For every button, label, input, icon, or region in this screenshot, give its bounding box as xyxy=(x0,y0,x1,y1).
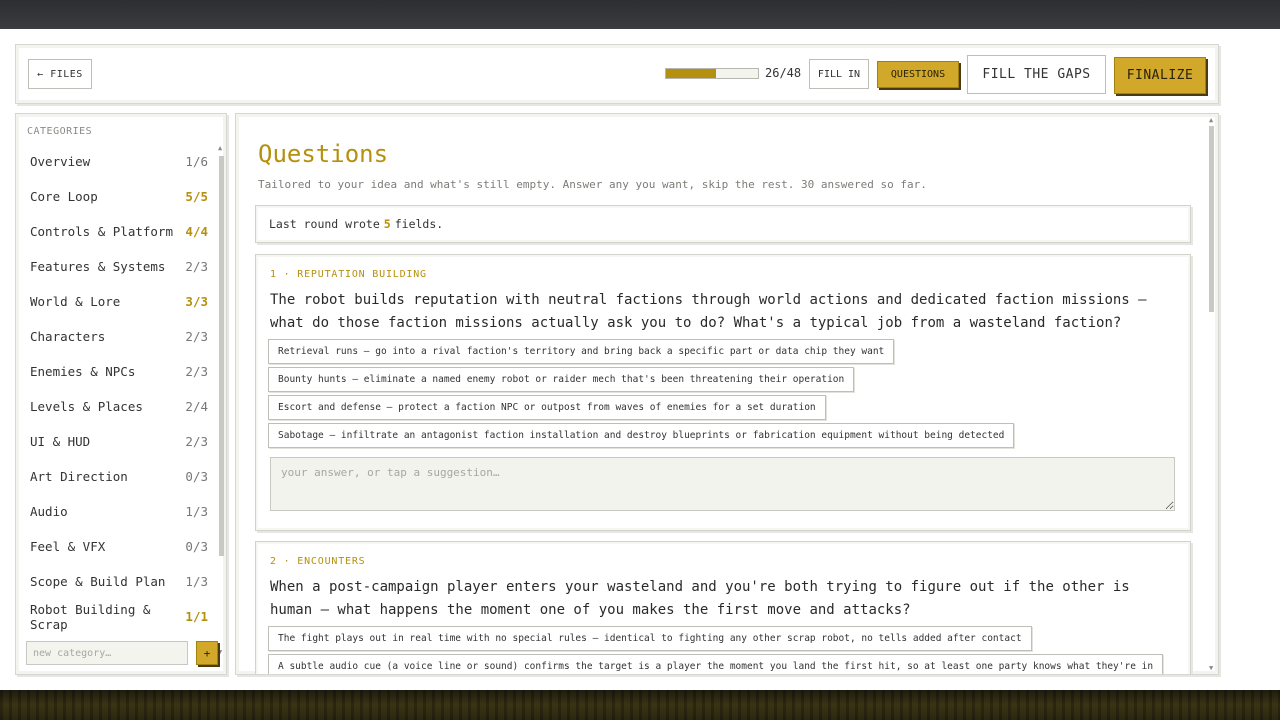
progress-bar xyxy=(665,68,759,79)
category-label: Art Direction xyxy=(30,469,128,484)
sidebar-category-item[interactable]: Feel & VFX 0/3 xyxy=(30,529,208,564)
category-count: 3/3 xyxy=(185,294,208,309)
category-count: 4/4 xyxy=(185,224,208,239)
sidebar-category-item[interactable]: Audio 1/3 xyxy=(30,494,208,529)
category-count: 2/3 xyxy=(185,434,208,449)
category-label: Feel & VFX xyxy=(30,539,106,554)
categories-heading: CATEGORIES xyxy=(27,126,93,137)
suggestion-chip[interactable]: Retrieval runs — go into a rival faction… xyxy=(268,339,895,364)
category-label: Audio xyxy=(30,504,68,519)
scroll-up-icon[interactable]: ▲ xyxy=(1209,116,1213,124)
suggestion-list: The fight plays out in real time with no… xyxy=(268,626,1164,674)
category-label: Levels & Places xyxy=(30,399,143,414)
scroll-up-icon[interactable]: ▲ xyxy=(218,144,222,152)
category-count: 2/4 xyxy=(185,399,208,414)
category-count: 1/1 xyxy=(185,609,208,624)
question-text: When a post-campaign player enters your … xyxy=(270,579,1130,618)
suggestion-chip[interactable]: Escort and defense — protect a faction N… xyxy=(268,395,826,420)
questions-panel: Questions Tailored to your idea and what… xyxy=(235,113,1219,675)
question-label: 1 · REPUTATION BUILDING xyxy=(270,269,427,280)
category-label: Characters xyxy=(30,329,106,344)
sidebar-category-item[interactable]: World & Lore 3/3 xyxy=(30,284,208,319)
suggestion-chip[interactable]: A subtle audio cue (a voice line or soun… xyxy=(268,654,1164,674)
page-title: Questions xyxy=(258,140,389,168)
progress-count: 26/48 xyxy=(765,66,802,80)
categories-sidebar: CATEGORIES Overview 1/6 Core Loop 5/5 Contro… xyxy=(15,113,227,675)
category-label: Enemies & NPCs xyxy=(30,364,136,379)
category-count: 0/3 xyxy=(185,469,208,484)
sidebar-category-item[interactable]: Overview 1/6 xyxy=(30,144,208,179)
category-label: Scope & Build Plan xyxy=(30,574,166,589)
background-strip xyxy=(0,690,1280,720)
scroll-down-icon[interactable]: ▼ xyxy=(218,648,222,656)
last-round-suffix: fields. xyxy=(394,217,444,231)
sidebar-category-item[interactable]: UI & HUD 2/3 xyxy=(30,424,208,459)
category-label: UI & HUD xyxy=(30,434,91,449)
answer-textarea[interactable] xyxy=(270,457,1175,511)
page-subtitle: Tailored to your idea and what's still e… xyxy=(258,178,927,191)
sidebar-category-item[interactable]: Controls & Platform 4/4 xyxy=(30,214,208,249)
sidebar-category-item[interactable]: Art Direction 0/3 xyxy=(30,459,208,494)
suggestion-chip[interactable]: The fight plays out in real time with no… xyxy=(268,626,1032,651)
category-count: 1/3 xyxy=(185,504,208,519)
sidebar-scroll-thumb[interactable] xyxy=(219,156,224,556)
category-list: Overview 1/6 Core Loop 5/5 Controls & Platfo… xyxy=(30,144,208,634)
fill-the-gaps-button[interactable]: FILL THE GAPS xyxy=(967,55,1106,94)
sidebar-category-item[interactable]: Core Loop 5/5 xyxy=(30,179,208,214)
suggestion-chip[interactable]: Sabotage — infiltrate an antagonist fact… xyxy=(268,423,1015,448)
sidebar-scrollbar[interactable]: ▲ ▼ xyxy=(218,144,224,664)
category-label: Core Loop xyxy=(30,189,98,204)
main-scrollbar[interactable]: ▲ ▼ xyxy=(1209,116,1215,672)
category-count: 2/3 xyxy=(185,364,208,379)
category-count: 2/3 xyxy=(185,259,208,274)
sidebar-category-item[interactable]: Robot Building & Scrap 1/1 xyxy=(30,599,208,634)
back-to-files-button[interactable]: ← FILES xyxy=(28,59,92,89)
category-label: Features & Systems xyxy=(30,259,166,274)
category-count: 5/5 xyxy=(185,189,208,204)
last-round-prefix: Last round wrote xyxy=(269,217,380,231)
last-round-notice: Last round wrote 5 fields. xyxy=(255,205,1191,243)
last-round-count: 5 xyxy=(383,217,391,231)
add-category-button[interactable]: + xyxy=(196,641,218,665)
suggestion-list: Retrieval runs — go into a rival faction… xyxy=(268,339,1015,451)
category-count: 1/6 xyxy=(185,154,208,169)
category-label: World & Lore xyxy=(30,294,121,309)
new-category-input[interactable] xyxy=(26,641,188,665)
questions-button[interactable]: QUESTIONS xyxy=(877,61,959,88)
header-toolbar: ← FILES 26/48 FILL IN QUESTIONS FILL THE… xyxy=(15,44,1219,104)
progress-bar-fill xyxy=(666,69,716,78)
category-label: Overview xyxy=(30,154,91,169)
category-label: Robot Building & Scrap xyxy=(30,601,151,632)
suggestion-chip[interactable]: Bounty hunts — eliminate a named enemy r… xyxy=(268,367,855,392)
question-card-2: 2 · ENCOUNTERS When a post-campaign play… xyxy=(255,541,1191,674)
question-card-1: 1 · REPUTATION BUILDING The robot builds… xyxy=(255,254,1191,531)
category-count: 1/3 xyxy=(185,574,208,589)
sidebar-category-item[interactable]: Enemies & NPCs 2/3 xyxy=(30,354,208,389)
finalize-button[interactable]: FINALIZE xyxy=(1114,57,1206,94)
fill-in-button[interactable]: FILL IN xyxy=(809,59,869,89)
sidebar-category-item[interactable]: Features & Systems 2/3 xyxy=(30,249,208,284)
main-scroll-thumb[interactable] xyxy=(1209,126,1214,312)
category-label: Controls & Platform xyxy=(30,224,173,239)
category-count: 2/3 xyxy=(185,329,208,344)
question-text: The robot builds reputation with neutral… xyxy=(270,292,1147,331)
category-count: 0/3 xyxy=(185,539,208,554)
sidebar-category-item[interactable]: Scope & Build Plan 1/3 xyxy=(30,564,208,599)
sidebar-category-item[interactable]: Characters 2/3 xyxy=(30,319,208,354)
question-label: 2 · ENCOUNTERS xyxy=(270,556,366,567)
sidebar-category-item[interactable]: Levels & Places 2/4 xyxy=(30,389,208,424)
window-top-bar xyxy=(0,0,1280,29)
scroll-down-icon[interactable]: ▼ xyxy=(1209,664,1213,672)
